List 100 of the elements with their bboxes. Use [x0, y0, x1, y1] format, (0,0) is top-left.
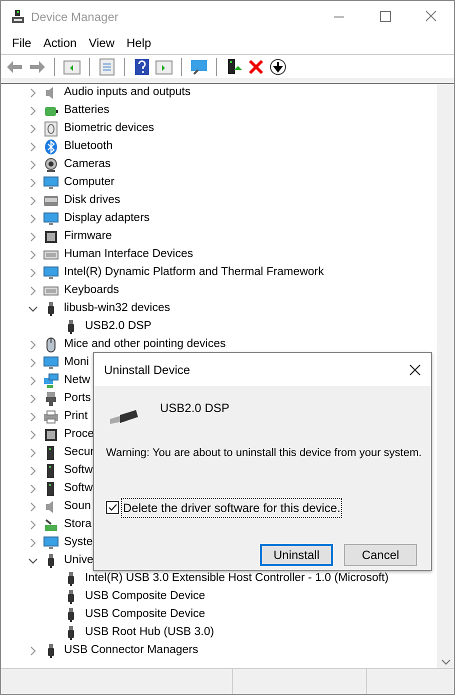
warning-text: Warning: You are about to uninstall this device from your system. — [106, 446, 423, 461]
tree-item-label[interactable]: Computer — [64, 174, 114, 192]
checkbox[interactable] — [106, 501, 119, 514]
menu-item[interactable]: View — [82, 34, 120, 52]
close-icon[interactable] — [409, 364, 421, 376]
expand-chevron-icon[interactable] — [28, 196, 38, 206]
port-icon — [43, 391, 59, 407]
expand-chevron-icon[interactable] — [28, 178, 38, 188]
monitor-icon — [43, 265, 59, 281]
expand-chevron-icon[interactable] — [28, 340, 38, 350]
monitor-icon — [43, 175, 59, 191]
usb-cable-icon — [108, 407, 140, 427]
tree-item-label[interactable]: USB2.0 DSP — [85, 318, 152, 336]
fingerprint-icon — [43, 121, 59, 137]
expand-chevron-icon[interactable] — [28, 646, 38, 656]
dialog-button[interactable]: Uninstall — [260, 544, 333, 566]
tree-item-label[interactable]: Netw — [64, 372, 90, 390]
collapse-chevron-icon[interactable] — [28, 556, 38, 566]
tree-item-label[interactable]: USB Connector Managers — [64, 642, 198, 660]
expand-chevron-icon[interactable] — [28, 214, 38, 224]
expand-chevron-icon[interactable] — [28, 538, 38, 548]
tree-item-label[interactable]: Softw — [64, 480, 93, 498]
drive-icon — [43, 193, 59, 209]
expand-chevron-icon[interactable] — [28, 412, 38, 422]
tree-item-label[interactable]: Audio inputs and outputs — [64, 84, 191, 102]
bluetooth-icon — [43, 139, 59, 155]
expand-chevron-icon[interactable] — [28, 376, 38, 386]
menu-item[interactable]: Action — [37, 34, 83, 52]
expand-chevron-icon[interactable] — [28, 394, 38, 404]
chip-icon — [43, 229, 59, 245]
monitor-icon — [43, 535, 59, 551]
scroll-down-icon[interactable] — [440, 658, 450, 666]
tree-item-label[interactable]: Secur — [64, 444, 94, 462]
expand-chevron-icon[interactable] — [28, 88, 38, 98]
menu-item[interactable]: File — [6, 34, 38, 52]
expand-chevron-icon[interactable] — [28, 466, 38, 476]
tree-item-label[interactable]: Human Interface Devices — [64, 246, 194, 264]
tree-item-label[interactable]: Cameras — [64, 156, 111, 174]
expand-chevron-icon[interactable] — [28, 502, 38, 512]
expand-chevron-icon[interactable] — [28, 286, 38, 296]
tree-item-label[interactable]: Unive — [64, 552, 94, 570]
printer-icon — [43, 409, 59, 425]
tree-item-label[interactable]: Disk drives — [64, 192, 120, 210]
tree-item-label[interactable]: Proce — [64, 426, 94, 444]
update-driver-icon[interactable] — [225, 58, 243, 76]
expand-chevron-icon[interactable] — [28, 448, 38, 458]
tree-item-label[interactable]: USB Composite Device — [85, 588, 206, 606]
tree-item-label[interactable]: Mice and other pointing devices — [64, 336, 226, 354]
tree-item-label[interactable]: Firmware — [64, 228, 112, 246]
expand-chevron-icon[interactable] — [28, 160, 38, 170]
tree-item-label[interactable]: Softw — [64, 462, 93, 480]
monitor-icon — [43, 211, 59, 227]
device-name: USB2.0 DSP — [160, 400, 230, 417]
tree-item-label[interactable]: Moni — [64, 354, 89, 372]
tree-item-label[interactable]: Biometric devices — [64, 120, 154, 138]
expand-chevron-icon[interactable] — [28, 358, 38, 368]
window-title: Device Manager — [31, 8, 118, 26]
dialog-title: Uninstall Device — [104, 362, 190, 378]
app-icon — [10, 8, 26, 24]
expand-chevron-icon[interactable] — [28, 106, 38, 116]
checkbox-label[interactable]: Delete the driver software for this device. — [121, 498, 342, 518]
tree-item-label[interactable]: Batteries — [64, 102, 110, 120]
expand-chevron-icon[interactable] — [28, 484, 38, 494]
tree-item-label[interactable]: Keyboards — [64, 282, 119, 300]
tree-item-label[interactable]: Syste — [64, 534, 93, 552]
properties-icon[interactable] — [98, 58, 116, 76]
remove-x-icon[interactable] — [247, 58, 265, 76]
download-circle-icon[interactable] — [269, 58, 287, 76]
expand-chevron-icon[interactable] — [28, 430, 38, 440]
expand-chevron-icon[interactable] — [28, 142, 38, 152]
menu-item[interactable]: Help — [120, 34, 158, 52]
expand-chevron-icon[interactable] — [28, 232, 38, 242]
tree-item-label[interactable]: Intel(R) Dynamic Platform and Thermal Framework — [64, 264, 324, 282]
expand-chevron-icon[interactable] — [28, 250, 38, 260]
collapse-chevron-icon[interactable] — [28, 304, 38, 314]
monitor-search-icon[interactable] — [190, 58, 208, 76]
tree-item-label[interactable]: Display adapters — [64, 210, 150, 228]
monitor-icon — [43, 355, 59, 371]
network-icon — [43, 373, 59, 389]
checkmark-icon — [107, 502, 118, 513]
expand-chevron-icon[interactable] — [28, 268, 38, 278]
window-pane-icon[interactable] — [63, 58, 81, 76]
chip-icon — [43, 427, 59, 443]
expand-chevron-icon[interactable] — [28, 520, 38, 530]
tree-item-label[interactable]: Bluetooth — [64, 138, 113, 156]
tree-item-label[interactable]: Soun — [64, 498, 91, 516]
tree-item-label[interactable]: USB Root Hub (USB 3.0) — [85, 624, 214, 642]
webcam-icon — [43, 157, 59, 173]
tree-item-label[interactable]: Print — [64, 408, 88, 426]
tree-item-label[interactable]: libusb-win32 devices — [64, 300, 170, 318]
tree-item-label[interactable]: Stora — [64, 516, 92, 534]
tree-item-label[interactable]: Intel(R) USB 3.0 Extensible Host Controller - 1.0 (Microsoft) — [85, 570, 389, 588]
tree-item-label[interactable]: USB Composite Device — [85, 606, 206, 624]
dialog-button[interactable]: Cancel — [344, 544, 417, 566]
help-icon[interactable] — [133, 58, 151, 76]
storage-icon — [43, 517, 59, 533]
expand-chevron-icon[interactable] — [28, 124, 38, 134]
tree-item-label[interactable]: Ports — [64, 390, 91, 408]
window-pane-icon[interactable] — [155, 58, 173, 76]
scrollbar[interactable] — [437, 84, 454, 668]
